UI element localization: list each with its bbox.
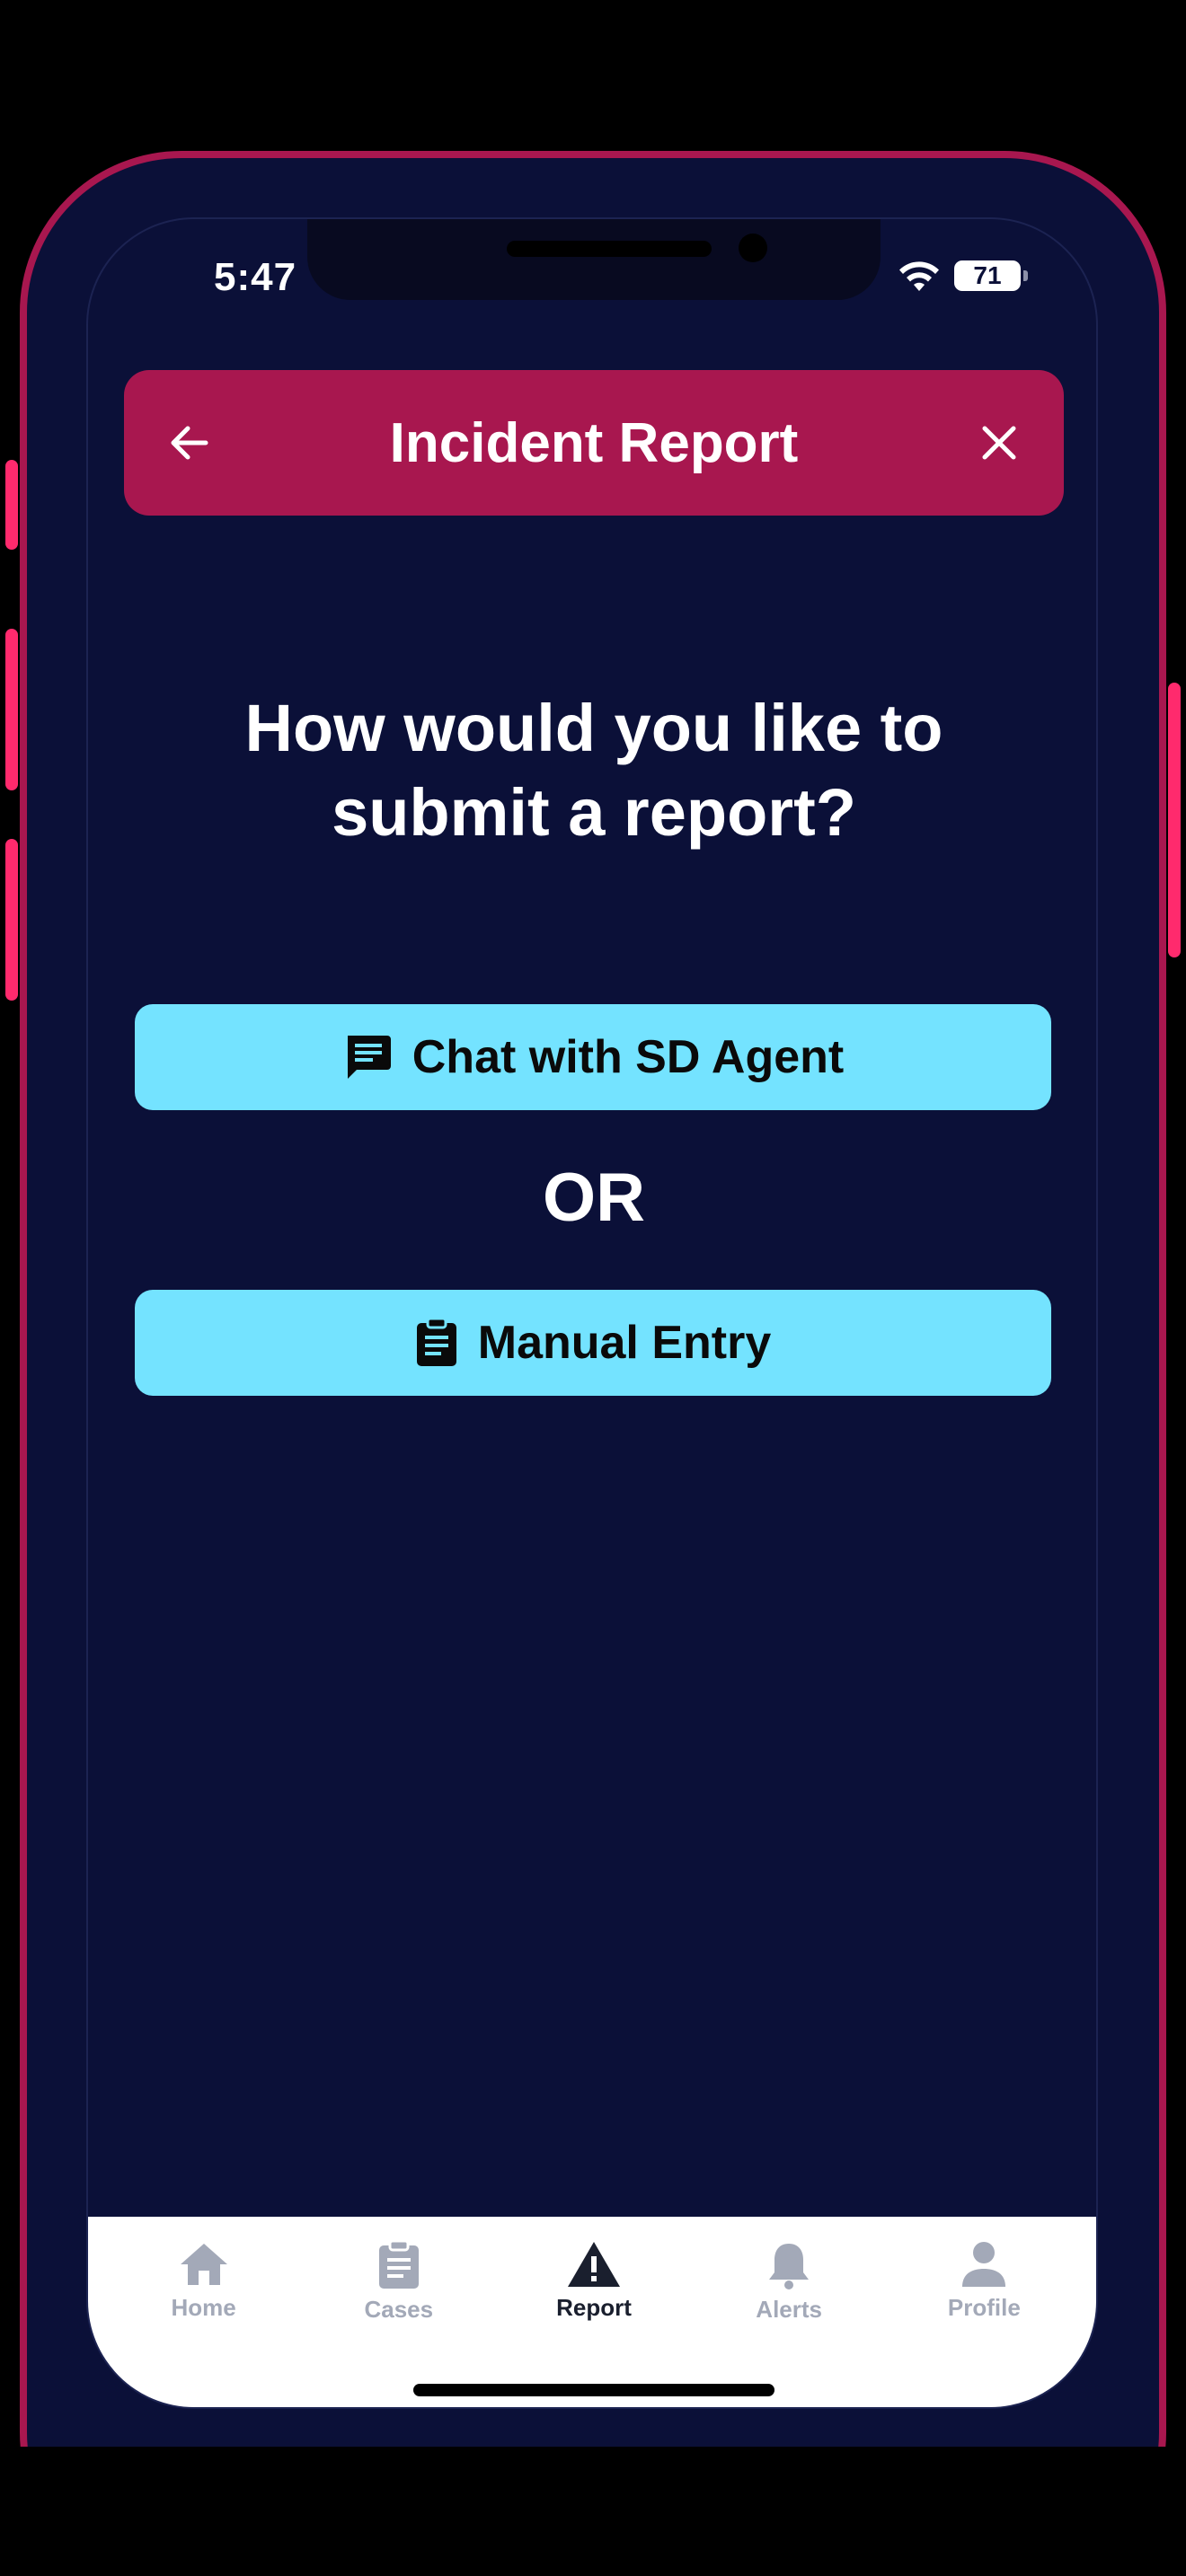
clipboard-icon — [416, 1318, 456, 1366]
tab-label-home: Home — [171, 2294, 236, 2321]
prompt-line-1: How would you like to — [244, 691, 943, 765]
chat-button-label: Chat with SD Agent — [412, 1031, 845, 1083]
tab-label-cases: Cases — [364, 2296, 434, 2323]
submission-prompt: How would you like to submit a report? — [160, 686, 1028, 855]
status-time: 5:47 — [214, 255, 297, 299]
device-stage: 5:47 71 Incident Report How would you li… — [0, 0, 1186, 2576]
volume-up-button — [5, 629, 18, 790]
bell-icon — [769, 2244, 810, 2289]
home-indicator[interactable] — [413, 2384, 774, 2396]
tab-profile[interactable]: Profile — [894, 2240, 1074, 2407]
back-button[interactable] — [160, 414, 217, 472]
tab-home[interactable]: Home — [114, 2240, 294, 2407]
tab-label-report: Report — [556, 2294, 632, 2321]
or-divider: OR — [543, 1160, 645, 1236]
clipboard-icon — [378, 2240, 419, 2289]
prompt-line-2: submit a report? — [332, 775, 856, 850]
manual-button-label: Manual Entry — [477, 1317, 772, 1369]
bottom-crop-band — [0, 2447, 1186, 2576]
close-icon — [982, 426, 1016, 460]
tab-label-alerts: Alerts — [756, 2296, 822, 2323]
volume-down-button — [5, 839, 18, 1001]
battery-indicator: 71 — [954, 260, 1028, 291]
arrow-left-icon — [171, 426, 208, 460]
tab-label-profile: Profile — [947, 2294, 1021, 2321]
status-indicators: 71 — [897, 259, 1028, 293]
page-title: Incident Report — [389, 411, 799, 474]
power-button — [1168, 683, 1181, 957]
warning-icon — [567, 2242, 620, 2287]
mute-switch — [5, 460, 18, 550]
bottom-tab-bar: Home Cases Report Alerts Profile — [88, 2217, 1096, 2407]
chat-icon — [347, 1036, 391, 1079]
chat-with-agent-button[interactable]: Chat with SD Agent — [135, 1004, 1051, 1110]
speaker-grille — [507, 241, 712, 257]
home-icon — [180, 2244, 227, 2285]
person-icon — [962, 2242, 1006, 2287]
incident-report-header: Incident Report — [124, 370, 1064, 516]
front-camera — [739, 234, 767, 262]
wifi-icon — [899, 261, 939, 291]
app-screen: 5:47 71 Incident Report How would you li… — [86, 217, 1098, 2409]
manual-entry-button[interactable]: Manual Entry — [135, 1290, 1051, 1396]
notch — [307, 219, 881, 300]
close-button[interactable] — [970, 414, 1028, 472]
